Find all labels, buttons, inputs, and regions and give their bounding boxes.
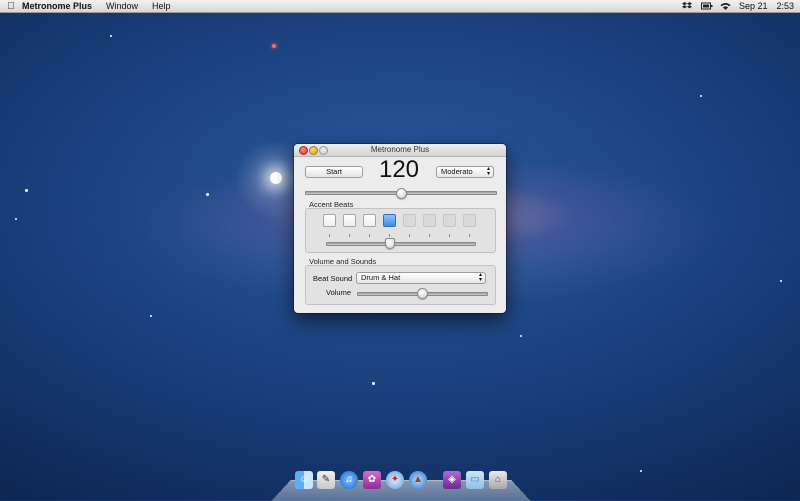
volume-label: Volume: [326, 288, 352, 297]
menu-window[interactable]: Window: [106, 1, 138, 11]
beat-box[interactable]: [443, 214, 456, 227]
apple-menu-icon[interactable]: : [0, 1, 22, 12]
slider-tick: [429, 234, 430, 237]
beat-box[interactable]: [423, 214, 436, 227]
beat-box[interactable]: [343, 214, 356, 227]
star: [270, 172, 282, 184]
menu-app-name[interactable]: Metronome Plus: [22, 1, 92, 11]
slider-tick: [329, 234, 330, 237]
app-store-icon[interactable]: ✎: [317, 471, 335, 489]
star: [372, 382, 375, 385]
menu-date[interactable]: Sep 21: [739, 1, 768, 11]
finder-icon[interactable]: ☺: [295, 471, 313, 489]
popup-arrows-icon: ▴ ▾: [486, 166, 490, 177]
tempo-slider-knob[interactable]: [395, 188, 407, 199]
menu-time[interactable]: 2:53: [776, 1, 794, 11]
star: [780, 280, 782, 282]
close-button[interactable]: [299, 146, 308, 155]
star: [206, 193, 209, 196]
menu-help[interactable]: Help: [152, 1, 171, 11]
minimize-button[interactable]: [309, 146, 318, 155]
safari-icon[interactable]: ✦: [386, 471, 404, 489]
star: [15, 218, 17, 220]
tempo-marking-value: Moderato: [441, 167, 473, 176]
volume-slider-knob[interactable]: [417, 288, 428, 299]
itunes-icon[interactable]: ♫: [340, 471, 358, 489]
star: [520, 335, 522, 337]
star: [272, 44, 276, 48]
trash-icon[interactable]: ⌂: [489, 471, 507, 489]
slider-tick: [449, 234, 450, 237]
beat-box[interactable]: [403, 214, 416, 227]
star: [700, 95, 702, 97]
beat-sound-label: Beat Sound: [313, 274, 353, 283]
star: [640, 470, 642, 472]
beat-sound-value: Drum & Hat: [361, 273, 401, 282]
beat-box[interactable]: [463, 214, 476, 227]
beat-box[interactable]: [323, 214, 336, 227]
popup-arrows-icon: ▴ ▾: [478, 272, 482, 283]
accent-slider-knob[interactable]: [385, 238, 396, 249]
app-icon[interactable]: ◈: [443, 471, 461, 489]
slider-tick: [349, 234, 350, 237]
star: [25, 189, 28, 192]
slider-tick: [409, 234, 410, 237]
slider-tick: [389, 234, 390, 237]
accent-slider-track[interactable]: [326, 242, 476, 246]
photo-app-icon[interactable]: ✿: [363, 471, 381, 489]
star: [110, 35, 112, 37]
window-title: Metronome Plus: [370, 145, 430, 154]
tempo-value: 120: [378, 156, 420, 183]
start-button[interactable]: Start: [305, 166, 363, 178]
metronome-icon[interactable]: ▲: [409, 471, 427, 489]
slider-tick: [369, 234, 370, 237]
beat-box[interactable]: [363, 214, 376, 227]
menu-bar:  Metronome Plus Window Help Sep 21 2:53: [0, 0, 800, 13]
beat-box-accent[interactable]: [383, 214, 396, 227]
zoom-button[interactable]: [319, 146, 328, 155]
star: [150, 315, 152, 317]
volume-sounds-group: [305, 265, 496, 305]
slider-tick: [469, 234, 470, 237]
wifi-icon[interactable]: [720, 2, 731, 10]
folder-icon[interactable]: ▭: [466, 471, 484, 489]
battery-icon[interactable]: [700, 2, 713, 10]
tempo-marking-popup[interactable]: Moderato ▴ ▾: [436, 166, 494, 178]
dropbox-icon[interactable]: [681, 2, 692, 10]
beat-sound-popup[interactable]: Drum & Hat ▴ ▾: [356, 272, 486, 284]
